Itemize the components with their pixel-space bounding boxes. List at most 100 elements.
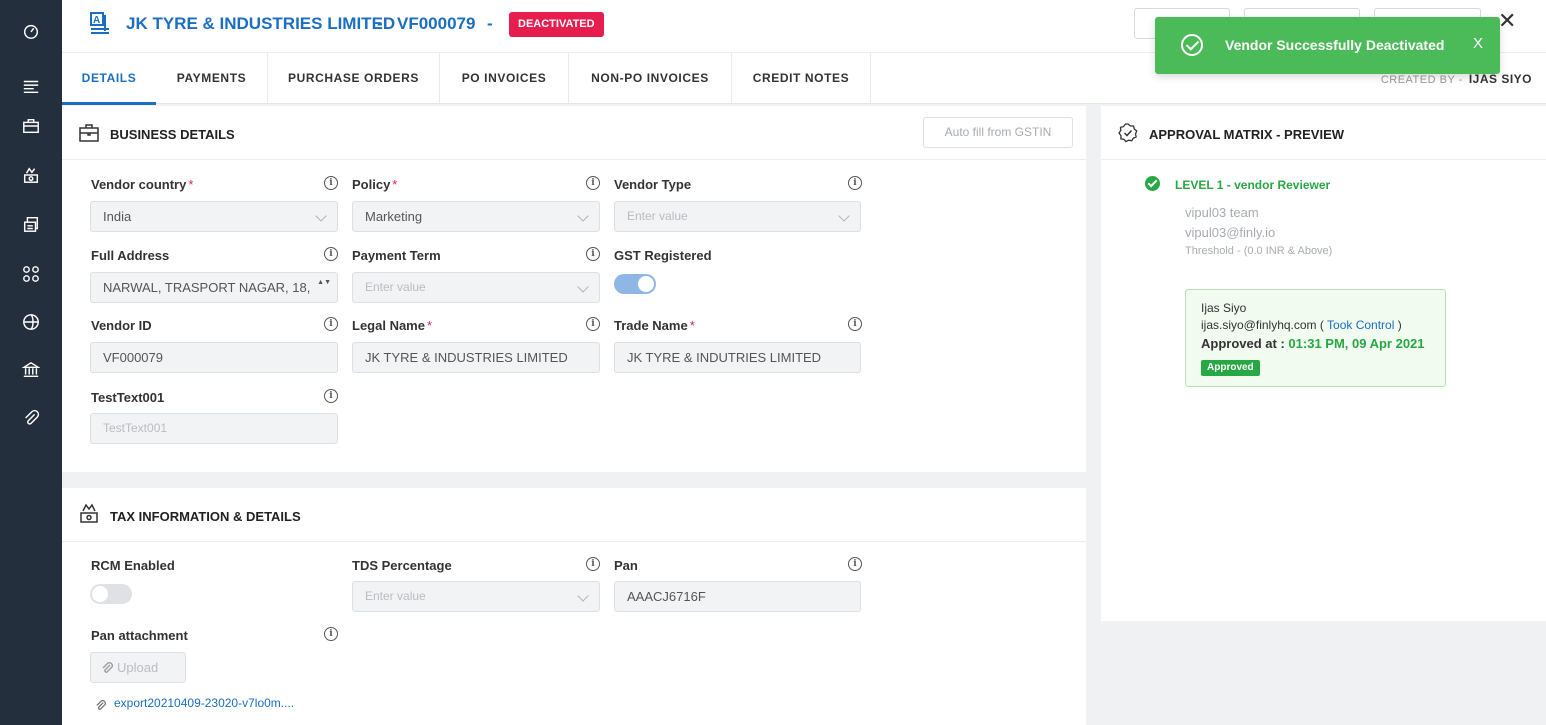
bank-icon[interactable] bbox=[20, 359, 42, 381]
attachment-file-link[interactable]: export20210409-23020-v7lo0m.... bbox=[114, 696, 294, 710]
legal-name-label: Legal Name * bbox=[352, 318, 432, 333]
paperclip-icon bbox=[96, 699, 106, 710]
created-by-label: CREATED BY - bbox=[1380, 74, 1463, 86]
paperclip-icon[interactable] bbox=[20, 407, 42, 429]
legal-name-field[interactable]: JK TYRE & INDUSTRIES LIMITED bbox=[352, 342, 600, 373]
select-value: Marketing bbox=[365, 209, 423, 224]
label-text: Legal Name bbox=[352, 318, 425, 333]
full-address-textarea[interactable]: NARWAL, TRASPORT NAGAR, 18, ▲▼ bbox=[90, 272, 338, 303]
info-icon[interactable]: i bbox=[324, 317, 338, 331]
vendor-name: JK TYRE & INDUSTRIES LIMITED bbox=[126, 14, 396, 33]
tab-purchase-orders[interactable]: PURCHASE ORDERS bbox=[268, 53, 440, 104]
tax-information-header: TAX INFORMATION & DETAILS bbox=[62, 488, 1086, 542]
approval-threshold: Threshold - (0.0 INR & Above) bbox=[1185, 245, 1333, 257]
took-control-link[interactable]: Took Control bbox=[1327, 318, 1394, 332]
label-text: Policy bbox=[352, 177, 391, 192]
close-icon[interactable]: ✕ bbox=[1498, 8, 1516, 34]
pan-label: Pan bbox=[614, 558, 638, 573]
approval-team: vipul03 team bbox=[1185, 205, 1259, 220]
section-title: APPROVAL MATRIX - PREVIEW bbox=[1149, 127, 1345, 142]
rcm-enabled-label: RCM Enabled bbox=[91, 558, 175, 573]
info-icon[interactable]: i bbox=[848, 317, 862, 331]
tds-percentage-label: TDS Percentage bbox=[352, 558, 452, 573]
business-details-panel: BUSINESS DETAILS Auto fill from GSTIN Ve… bbox=[62, 106, 1086, 472]
required-mark: * bbox=[188, 177, 194, 192]
chevron-down-icon bbox=[315, 210, 327, 222]
info-icon[interactable]: i bbox=[586, 557, 600, 571]
required-mark: * bbox=[689, 318, 695, 333]
scroll-arrows-icon[interactable]: ▲▼ bbox=[317, 279, 331, 286]
info-icon[interactable]: i bbox=[848, 557, 862, 571]
verified-badge-icon bbox=[1118, 123, 1138, 143]
success-toast: Vendor Successfully Deactivated X bbox=[1155, 17, 1500, 74]
vendor-card-icon: A bbox=[90, 12, 109, 34]
svg-text:A: A bbox=[93, 15, 100, 26]
full-address-label: Full Address bbox=[91, 248, 170, 263]
pan-attachment-label: Pan attachment bbox=[91, 628, 188, 643]
toggle-knob bbox=[638, 276, 654, 292]
globe-settings-icon[interactable] bbox=[20, 311, 42, 333]
money-hand-icon[interactable] bbox=[20, 164, 42, 186]
tds-percentage-select[interactable]: Enter value bbox=[352, 581, 600, 612]
section-title: TAX INFORMATION & DETAILS bbox=[110, 509, 301, 524]
vendor-id-label: Vendor ID bbox=[91, 318, 152, 333]
tab-details[interactable]: DETAILS bbox=[62, 53, 156, 105]
label-text: Trade Name bbox=[614, 318, 688, 333]
payment-term-select[interactable]: Enter value bbox=[352, 272, 600, 303]
created-by: CREATED BY - IJAS SIYO bbox=[1381, 72, 1532, 86]
check-circle-icon bbox=[1145, 176, 1160, 191]
vendor-type-select[interactable]: Enter value bbox=[614, 201, 861, 232]
info-icon[interactable]: i bbox=[586, 317, 600, 331]
briefcase-icon[interactable] bbox=[20, 115, 42, 137]
tab-non-po-invoices[interactable]: NON-PO INVOICES bbox=[569, 53, 732, 104]
trade-name-field[interactable]: JK TYRE & INDUTRIES LIMITED bbox=[614, 342, 861, 373]
vendor-country-select[interactable]: India bbox=[90, 201, 338, 232]
tab-po-invoices[interactable]: PO INVOICES bbox=[440, 53, 569, 104]
chevron-down-icon bbox=[838, 210, 850, 222]
info-icon[interactable]: i bbox=[324, 389, 338, 403]
policy-select[interactable]: Marketing bbox=[352, 201, 600, 232]
approved-at-value: 01:31 PM, 09 Apr 2021 bbox=[1288, 336, 1425, 351]
approval-email: vipul03@finly.io bbox=[1185, 225, 1276, 240]
approver-email-line: ijas.siyo@finlyhq.com ( Took Control ) bbox=[1201, 318, 1402, 332]
toast-close-icon[interactable]: X bbox=[1473, 35, 1483, 52]
payment-term-label: Payment Term bbox=[352, 248, 441, 263]
tab-credit-notes[interactable]: CREDIT NOTES bbox=[732, 53, 871, 104]
select-placeholder: Enter value bbox=[365, 589, 426, 603]
chevron-down-icon bbox=[577, 210, 589, 222]
apps-grid-icon[interactable] bbox=[20, 263, 42, 285]
approved-at-line: Approved at : 01:31 PM, 09 Apr 2021 bbox=[1201, 336, 1425, 351]
approved-badge: Approved bbox=[1201, 360, 1260, 376]
briefcase-icon bbox=[79, 124, 99, 142]
list-icon[interactable] bbox=[20, 75, 42, 97]
upload-label: Upload bbox=[117, 660, 159, 675]
invoice-icon[interactable] bbox=[20, 213, 42, 235]
autofill-gstin-button[interactable]: Auto fill from GSTIN bbox=[923, 117, 1073, 148]
title-separator: - bbox=[377, 14, 383, 33]
info-icon[interactable]: i bbox=[586, 247, 600, 261]
info-icon[interactable]: i bbox=[324, 176, 338, 190]
policy-label: Policy * bbox=[352, 177, 397, 192]
info-icon[interactable]: i bbox=[324, 627, 338, 641]
required-mark: * bbox=[392, 177, 398, 192]
info-icon[interactable]: i bbox=[586, 176, 600, 190]
title-separator: - bbox=[487, 14, 493, 33]
test-text-field[interactable]: TestText001 bbox=[90, 413, 338, 444]
gst-registered-toggle[interactable] bbox=[614, 274, 656, 294]
dashboard-icon[interactable] bbox=[20, 20, 42, 42]
tab-payments[interactable]: PAYMENTS bbox=[156, 53, 268, 104]
upload-button[interactable]: Upload bbox=[90, 652, 186, 683]
status-badge: DEACTIVATED bbox=[509, 12, 604, 37]
section-title: BUSINESS DETAILS bbox=[110, 127, 235, 142]
approver-email: ijas.siyo@finlyhq.com ( bbox=[1201, 318, 1324, 332]
pan-field[interactable]: AAACJ6716F bbox=[614, 581, 861, 612]
paperclip-icon bbox=[102, 662, 113, 673]
info-icon[interactable]: i bbox=[324, 247, 338, 261]
rcm-enabled-toggle[interactable] bbox=[90, 584, 132, 604]
business-details-header: BUSINESS DETAILS Auto fill from GSTIN bbox=[62, 106, 1086, 160]
vendor-id-field[interactable]: VF000079 bbox=[90, 342, 338, 373]
approver-card: Ijas Siyo ijas.siyo@finlyhq.com ( Took C… bbox=[1185, 289, 1446, 387]
info-icon[interactable]: i bbox=[848, 176, 862, 190]
close-paren: ) bbox=[1397, 318, 1402, 332]
approval-matrix-panel: APPROVAL MATRIX - PREVIEW LEVEL 1 - vend… bbox=[1101, 106, 1546, 621]
